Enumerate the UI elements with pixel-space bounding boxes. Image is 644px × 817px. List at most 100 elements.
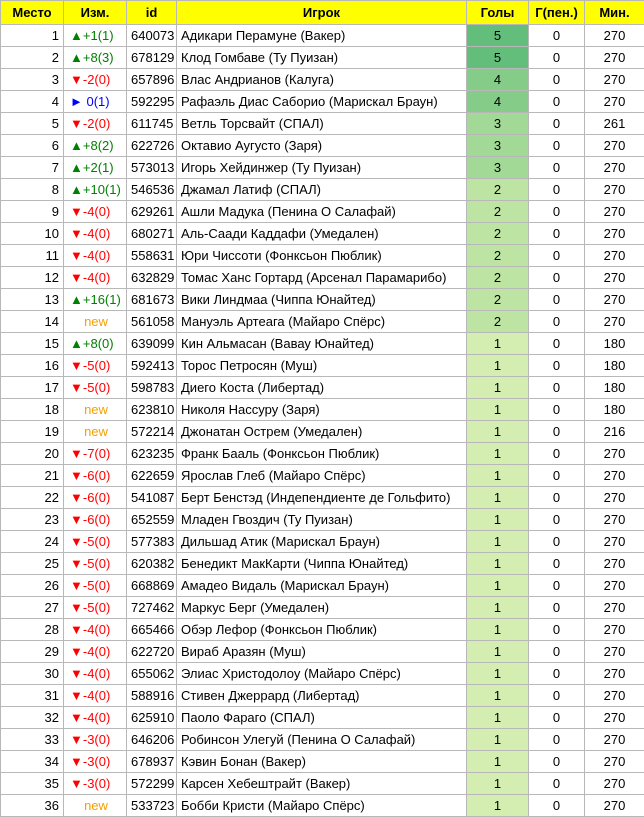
header-rank[interactable]: Место — [1, 1, 64, 25]
player-id-cell: 561058 — [127, 311, 177, 333]
rank-cell: 8 — [1, 179, 64, 201]
player-name-cell: Ашли Мадука (Пенина О Салафай) — [177, 201, 467, 223]
rank-cell: 24 — [1, 531, 64, 553]
penalty-goals-cell: 0 — [529, 421, 585, 443]
change-cell: ▼-4(0) — [64, 245, 127, 267]
change-cell: ▼-3(0) — [64, 729, 127, 751]
player-id-cell: 680271 — [127, 223, 177, 245]
player-id-cell: 623810 — [127, 399, 177, 421]
rank-cell: 27 — [1, 597, 64, 619]
table-row: 3▼-2(0)657896Влас Андрианов (Калуга)4027… — [1, 69, 644, 91]
header-change[interactable]: Изм. — [64, 1, 127, 25]
goals-cell: 5 — [467, 47, 529, 69]
header-goals[interactable]: Голы — [467, 1, 529, 25]
header-minutes[interactable]: Мин. — [585, 1, 644, 25]
player-id-cell: 623235 — [127, 443, 177, 465]
change-cell: ▼-6(0) — [64, 487, 127, 509]
rank-change-down: ▼-4(0) — [70, 270, 110, 285]
change-cell: ▲+8(0) — [64, 333, 127, 355]
rank-cell: 32 — [1, 707, 64, 729]
table-row: 13▲+16(1)681673Вики Линдмаа (Чиппа Юнайт… — [1, 289, 644, 311]
penalty-goals-cell: 0 — [529, 289, 585, 311]
change-cell: ▼-5(0) — [64, 553, 127, 575]
minutes-cell: 270 — [585, 531, 644, 553]
goals-cell: 3 — [467, 157, 529, 179]
player-id-cell: 622720 — [127, 641, 177, 663]
goals-cell: 1 — [467, 531, 529, 553]
player-id-cell: 640073 — [127, 25, 177, 47]
header-penalty-goals[interactable]: Г(пен.) — [529, 1, 585, 25]
change-cell: ► 0(1) — [64, 91, 127, 113]
player-id-cell: 655062 — [127, 663, 177, 685]
goals-cell: 1 — [467, 773, 529, 795]
minutes-cell: 270 — [585, 267, 644, 289]
header-id[interactable]: id — [127, 1, 177, 25]
rank-cell: 16 — [1, 355, 64, 377]
goals-cell: 1 — [467, 619, 529, 641]
minutes-cell: 270 — [585, 795, 644, 817]
minutes-cell: 270 — [585, 289, 644, 311]
change-cell: ▼-5(0) — [64, 597, 127, 619]
player-name-cell: Маркус Берг (Умедален) — [177, 597, 467, 619]
player-id-cell: 577383 — [127, 531, 177, 553]
goals-cell: 1 — [467, 355, 529, 377]
penalty-goals-cell: 0 — [529, 619, 585, 641]
player-name-cell: Адикари Перамуне (Вакер) — [177, 25, 467, 47]
table-row: 19new572214Джонатан Острем (Умедален)102… — [1, 421, 644, 443]
rank-change-up: ▲+2(1) — [70, 160, 114, 175]
player-name-cell: Торос Петросян (Муш) — [177, 355, 467, 377]
goals-cell: 1 — [467, 487, 529, 509]
player-name-cell: Рафаэль Диас Саборио (Марискал Браун) — [177, 91, 467, 113]
rank-cell: 1 — [1, 25, 64, 47]
rank-cell: 6 — [1, 135, 64, 157]
player-id-cell: 541087 — [127, 487, 177, 509]
minutes-cell: 216 — [585, 421, 644, 443]
change-cell: ▼-4(0) — [64, 619, 127, 641]
penalty-goals-cell: 0 — [529, 179, 585, 201]
change-cell: ▲+16(1) — [64, 289, 127, 311]
rank-cell: 15 — [1, 333, 64, 355]
rank-change-down: ▼-6(0) — [70, 468, 110, 483]
table-row: 10▼-4(0)680271Аль-Саади Каддафи (Умедале… — [1, 223, 644, 245]
table-row: 21▼-6(0)622659Ярослав Глеб (Майаро Спёрс… — [1, 465, 644, 487]
table-row: 8▲+10(1)546536Джамал Латиф (СПАЛ)20270 — [1, 179, 644, 201]
table-row: 23▼-6(0)652559Младен Гвоздич (Ту Пуизан)… — [1, 509, 644, 531]
player-id-cell: 727462 — [127, 597, 177, 619]
change-cell: new — [64, 311, 127, 333]
player-name-cell: Джамал Латиф (СПАЛ) — [177, 179, 467, 201]
player-id-cell: 620382 — [127, 553, 177, 575]
rank-change-down: ▼-4(0) — [70, 666, 110, 681]
table-row: 34▼-3(0)678937Кэвин Бонан (Вакер)10270 — [1, 751, 644, 773]
minutes-cell: 270 — [585, 619, 644, 641]
player-name-cell: Клод Гомбаве (Ту Пуизан) — [177, 47, 467, 69]
rank-change-down: ▼-5(0) — [70, 380, 110, 395]
change-cell: new — [64, 795, 127, 817]
rank-cell: 23 — [1, 509, 64, 531]
player-name-cell: Влас Андрианов (Калуга) — [177, 69, 467, 91]
change-cell: ▼-7(0) — [64, 443, 127, 465]
penalty-goals-cell: 0 — [529, 47, 585, 69]
rank-cell: 11 — [1, 245, 64, 267]
rank-cell: 25 — [1, 553, 64, 575]
goals-cell: 3 — [467, 113, 529, 135]
penalty-goals-cell: 0 — [529, 487, 585, 509]
player-name-cell: Робинсон Улегуй (Пенина О Салафай) — [177, 729, 467, 751]
penalty-goals-cell: 0 — [529, 157, 585, 179]
change-cell: ▲+2(1) — [64, 157, 127, 179]
penalty-goals-cell: 0 — [529, 267, 585, 289]
header-player[interactable]: Игрок — [177, 1, 467, 25]
player-name-cell: Мануэль Артеага (Майаро Спёрс) — [177, 311, 467, 333]
player-name-cell: Джонатан Острем (Умедален) — [177, 421, 467, 443]
goals-cell: 2 — [467, 267, 529, 289]
change-cell: ▼-5(0) — [64, 531, 127, 553]
rank-cell: 33 — [1, 729, 64, 751]
table-row: 9▼-4(0)629261Ашли Мадука (Пенина О Салаф… — [1, 201, 644, 223]
penalty-goals-cell: 0 — [529, 91, 585, 113]
player-name-cell: Игорь Хейдинжер (Ту Пуизан) — [177, 157, 467, 179]
rank-cell: 12 — [1, 267, 64, 289]
rank-change-down: ▼-4(0) — [70, 644, 110, 659]
rank-cell: 34 — [1, 751, 64, 773]
goals-cell: 2 — [467, 179, 529, 201]
minutes-cell: 180 — [585, 333, 644, 355]
table-row: 5▼-2(0)611745Ветль Торсвайт (СПАЛ)30261 — [1, 113, 644, 135]
